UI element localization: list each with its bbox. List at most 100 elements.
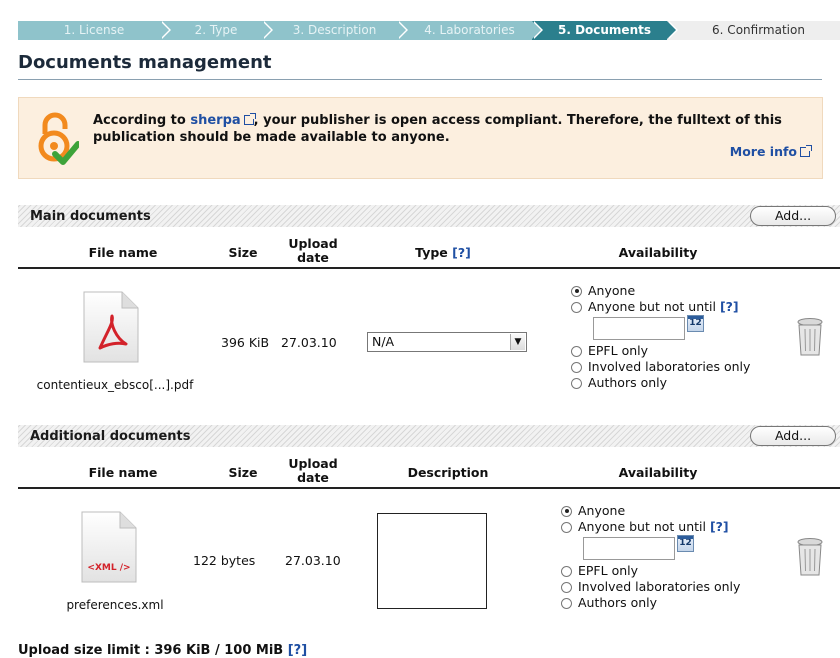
embargo-date-input[interactable] bbox=[583, 537, 675, 560]
additional-file-name[interactable]: preferences.xml bbox=[30, 598, 200, 612]
radio-button[interactable] bbox=[571, 377, 582, 389]
trash-icon[interactable] bbox=[795, 537, 825, 577]
header-availability: Availability bbox=[618, 245, 698, 260]
embargo-date-input[interactable] bbox=[593, 317, 685, 340]
radio-epfl[interactable]: EPFL only bbox=[561, 563, 740, 579]
step-type-label: 2. Type bbox=[194, 23, 238, 37]
radio-authors-label: Authors only bbox=[578, 595, 658, 610]
date-row: 12 bbox=[571, 315, 750, 343]
header-description: Description bbox=[407, 465, 489, 480]
radio-anyone-label: Anyone bbox=[578, 503, 626, 518]
radio-anyone[interactable]: Anyone bbox=[571, 283, 750, 299]
step-confirmation[interactable]: 6. Confirmation bbox=[667, 21, 840, 40]
calendar-icon[interactable]: 12 bbox=[687, 315, 704, 332]
header-upload-date: Upload date bbox=[283, 457, 343, 485]
step-license[interactable]: 1. License bbox=[18, 21, 171, 40]
radio-not-until[interactable]: Anyone but not until [?] bbox=[561, 519, 740, 535]
header-size: Size bbox=[228, 245, 258, 260]
radio-button[interactable] bbox=[571, 285, 582, 297]
radio-button[interactable] bbox=[571, 361, 582, 373]
main-file-name[interactable]: contentieux_ebsco[...].pdf bbox=[30, 378, 200, 392]
radio-labs-label: Involved laboratories only bbox=[588, 359, 751, 374]
not-until-help-link[interactable]: [?] bbox=[720, 299, 739, 315]
radio-button[interactable] bbox=[571, 345, 582, 357]
external-link-icon bbox=[243, 113, 256, 125]
main-table-header: File name Size Upload date Type [?] Avai… bbox=[18, 233, 840, 269]
radio-anyone-label: Anyone bbox=[588, 283, 636, 298]
header-upload-date: Upload date bbox=[283, 237, 343, 265]
additional-availability: Anyone Anyone but not until [?] 12 EPFL … bbox=[561, 503, 740, 611]
description-textarea[interactable] bbox=[377, 513, 487, 609]
main-documents-label: Main documents bbox=[30, 209, 151, 224]
radio-labs-label: Involved laboratories only bbox=[578, 579, 741, 594]
trash-icon[interactable] bbox=[795, 317, 825, 357]
chevron-down-icon[interactable]: ▼ bbox=[510, 334, 525, 350]
header-upload-line1: Upload bbox=[288, 456, 338, 471]
header-size: Size bbox=[228, 465, 258, 480]
additional-table-header: File name Size Upload date Description A… bbox=[18, 453, 840, 489]
type-select-value: N/A bbox=[372, 334, 395, 349]
not-until-help-link[interactable]: [?] bbox=[710, 519, 729, 535]
step-documents[interactable]: 5. Documents bbox=[532, 21, 678, 40]
radio-epfl-label: EPFL only bbox=[588, 343, 649, 358]
add-main-document-button[interactable]: Add... bbox=[750, 206, 836, 226]
open-access-icon bbox=[38, 112, 79, 165]
step-laboratories[interactable]: 4. Laboratories bbox=[397, 21, 543, 40]
external-link-icon bbox=[800, 145, 812, 157]
radio-not-until-label: Anyone but not until bbox=[588, 299, 716, 314]
radio-button[interactable] bbox=[561, 597, 572, 609]
header-upload-line2: date bbox=[297, 470, 329, 485]
more-info-container: More info bbox=[730, 144, 812, 159]
radio-anyone[interactable]: Anyone bbox=[561, 503, 740, 519]
header-type: Type [?] bbox=[393, 246, 493, 260]
sherpa-link[interactable]: sherpa bbox=[190, 113, 240, 128]
radio-button[interactable] bbox=[571, 301, 582, 313]
notice-text-before: According to bbox=[93, 113, 191, 128]
header-availability: Availability bbox=[618, 465, 698, 480]
xml-icon-label: <XML /> bbox=[87, 563, 130, 573]
step-confirmation-label: 6. Confirmation bbox=[712, 23, 805, 37]
calendar-icon[interactable]: 12 bbox=[677, 535, 694, 552]
notice-message: According to sherpa, your publisher is o… bbox=[93, 112, 805, 146]
step-description[interactable]: 3. Description bbox=[262, 21, 408, 40]
radio-authors[interactable]: Authors only bbox=[571, 375, 750, 391]
radio-authors[interactable]: Authors only bbox=[561, 595, 740, 611]
radio-button[interactable] bbox=[561, 565, 572, 577]
page-title: Documents management bbox=[18, 52, 822, 80]
upload-limit-help-link[interactable]: [?] bbox=[288, 643, 307, 658]
additional-upload-date: 27.03.10 bbox=[285, 553, 341, 568]
header-upload-line1: Upload bbox=[288, 236, 338, 251]
pdf-file-icon bbox=[83, 291, 139, 363]
additional-file-size: 122 bytes bbox=[193, 553, 256, 568]
header-file-name: File name bbox=[88, 245, 158, 260]
radio-epfl[interactable]: EPFL only bbox=[571, 343, 750, 359]
step-description-label: 3. Description bbox=[292, 23, 377, 37]
add-additional-document-button[interactable]: Add... bbox=[750, 426, 836, 446]
radio-button[interactable] bbox=[561, 521, 572, 533]
radio-button[interactable] bbox=[561, 581, 572, 593]
radio-button[interactable] bbox=[561, 505, 572, 517]
step-documents-label: 5. Documents bbox=[557, 23, 651, 37]
radio-not-until[interactable]: Anyone but not until [?] bbox=[571, 299, 750, 315]
more-info-link[interactable]: More info bbox=[730, 144, 797, 159]
type-select[interactable]: N/A ▼ bbox=[367, 332, 527, 352]
step-type[interactable]: 2. Type bbox=[160, 21, 273, 40]
radio-labs[interactable]: Involved laboratories only bbox=[561, 579, 740, 595]
radio-authors-label: Authors only bbox=[588, 375, 668, 390]
additional-documents-label: Additional documents bbox=[30, 429, 191, 444]
header-type-label: Type bbox=[415, 245, 448, 260]
open-access-notice: According to sherpa, your publisher is o… bbox=[18, 97, 823, 179]
radio-labs[interactable]: Involved laboratories only bbox=[571, 359, 750, 375]
type-help-link[interactable]: [?] bbox=[452, 245, 471, 260]
xml-file-icon: <XML /> bbox=[81, 511, 137, 583]
header-upload-line2: date bbox=[297, 250, 329, 265]
radio-epfl-label: EPFL only bbox=[578, 563, 639, 578]
main-documents-bar: Main documents Add... bbox=[18, 205, 840, 227]
additional-documents-bar: Additional documents Add... bbox=[18, 425, 840, 447]
upload-size-limit-text: Upload size limit : 396 KiB / 100 MiB bbox=[18, 643, 284, 658]
main-availability: Anyone Anyone but not until [?] 12 EPFL … bbox=[571, 283, 750, 391]
step-laboratories-label: 4. Laboratories bbox=[424, 23, 515, 37]
step-license-label: 1. License bbox=[63, 23, 125, 37]
header-file-name: File name bbox=[88, 465, 158, 480]
main-file-size: 396 KiB bbox=[221, 335, 270, 350]
